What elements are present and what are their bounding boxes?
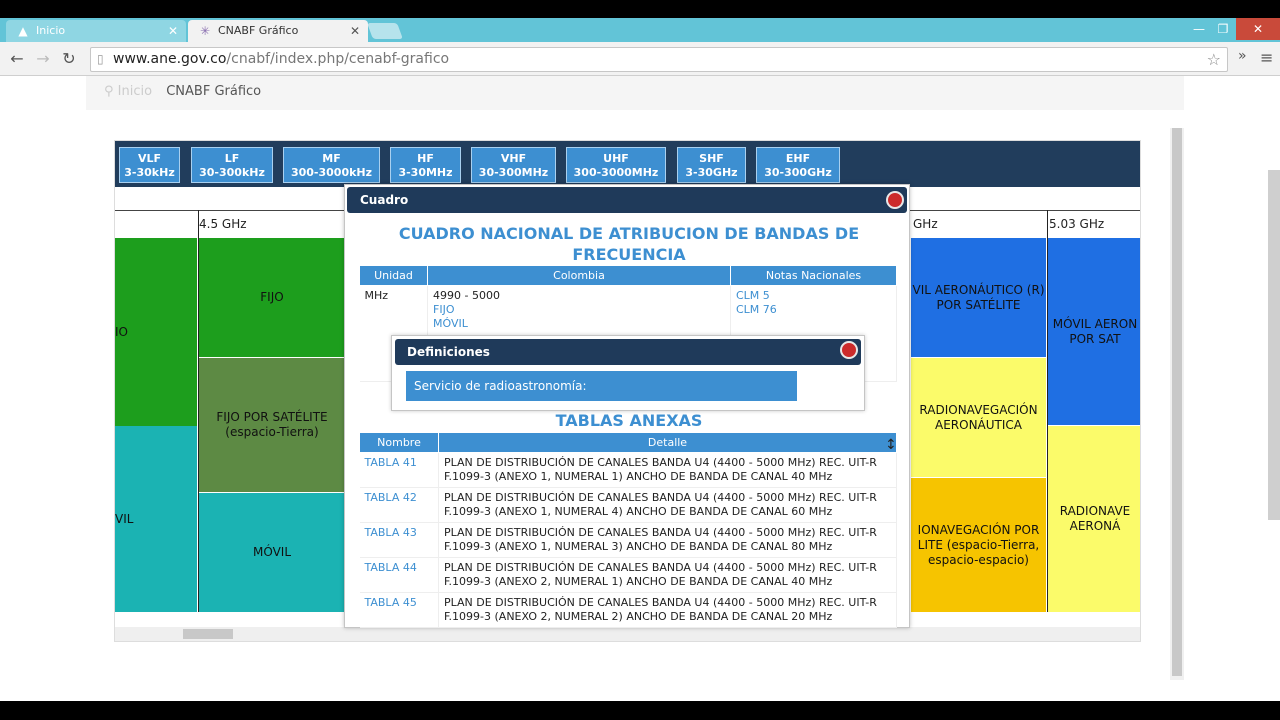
- tab-cnabf[interactable]: ✳ CNABF Gráfico ✕: [188, 20, 368, 42]
- anexa-link[interactable]: TABLA 43: [359, 522, 439, 558]
- service-link[interactable]: MÓVIL: [433, 317, 725, 331]
- restore-icon[interactable]: ❐: [1210, 18, 1236, 40]
- breadcrumb-current: CNABF Gráfico: [166, 84, 262, 99]
- band-shf-button[interactable]: SHF 3-30GHz: [677, 147, 746, 183]
- table-row: TABLA 41 PLAN DE DISTRIBUCIÓN DE CANALES …: [359, 452, 897, 488]
- scrollbar-thumb[interactable]: [183, 629, 233, 639]
- table-row: TABLA 45 PLAN DE DISTRIBUCIÓN DE CANALES …: [359, 592, 897, 628]
- col-nombre: Nombre: [359, 432, 439, 453]
- definiciones-header: Definiciones: [395, 339, 861, 365]
- table-row: TABLA 43 PLAN DE DISTRIBUCIÓN DE CANALES …: [359, 522, 897, 558]
- location-pin-icon: ⚲: [104, 84, 114, 99]
- tab-strip: ▲ Inicio ✕ ✳ CNABF Gráfico ✕: [0, 18, 1280, 42]
- anexa-link[interactable]: TABLA 44: [359, 557, 439, 593]
- address-bar[interactable]: ▯ www.ane.gov.co/cnabf/index.php/cenabf-…: [90, 47, 1228, 72]
- tick-label: 4.5 GHz: [199, 217, 247, 231]
- browser-toolbar: ← → ↻ ▯ www.ane.gov.co/cnabf/index.php/c…: [0, 42, 1280, 76]
- breadcrumb: ⚲ Inicio CNABF Gráfico: [86, 76, 1184, 110]
- definiciones-dialog: Definiciones Servicio de radioastronomía…: [391, 335, 865, 411]
- page-favicon-icon: ✳: [199, 24, 211, 38]
- allocation-block-movil-aeronautico[interactable]: MÓVIL AERON POR SAT: [1048, 238, 1140, 425]
- allocation-block-radionavegacion-aeronautica[interactable]: RADIONAVEGACIÓN AERONÁUTICA: [911, 358, 1046, 477]
- allocation-block-fijo-satelite[interactable]: FIJO POR SATÉLITE (espacio-Tierra): [199, 358, 345, 492]
- band-ehf-button[interactable]: EHF 30-300GHz: [756, 147, 840, 183]
- window-close-icon[interactable]: ✕: [1236, 18, 1280, 40]
- url-host: www.ane.gov.co: [113, 51, 227, 67]
- page-scrollbar[interactable]: [1170, 128, 1184, 680]
- band-uhf-button[interactable]: UHF 300-3000MHz: [566, 147, 666, 183]
- note-link[interactable]: CLM 5: [736, 289, 891, 303]
- window-scrollbar[interactable]: [1268, 170, 1280, 520]
- anexa-detalle: PLAN DE DISTRIBUCIÓN DE CANALES BANDA U4…: [438, 592, 897, 628]
- tab-title: Inicio: [36, 24, 66, 37]
- allocation-block-fijo[interactable]: FIJO: [199, 238, 345, 357]
- allocation-block-movil[interactable]: MÓVIL: [199, 493, 345, 612]
- new-tab-button[interactable]: [367, 23, 403, 39]
- minimize-icon[interactable]: —: [1186, 18, 1212, 40]
- tick-label: GHz: [913, 217, 938, 231]
- breadcrumb-home[interactable]: ⚲ Inicio: [104, 84, 152, 99]
- page-icon: ▯: [97, 52, 104, 66]
- anexa-link[interactable]: TABLA 41: [359, 452, 439, 488]
- anexa-detalle: PLAN DE DISTRIBUCIÓN DE CANALES BANDA U4…: [438, 487, 897, 523]
- band-lf-button[interactable]: LF 30-300kHz: [191, 147, 273, 183]
- url-path: /cnabf/index.php/cenabf-grafico: [226, 51, 450, 67]
- close-tab-icon[interactable]: ✕: [168, 20, 178, 42]
- resize-cursor-icon: ↕: [885, 437, 897, 453]
- definition-item[interactable]: Servicio de radioastronomía:: [406, 371, 797, 401]
- allocation-block[interactable]: VIL: [115, 426, 197, 612]
- anexa-detalle: PLAN DE DISTRIBUCIÓN DE CANALES BANDA U4…: [438, 522, 897, 558]
- band-hf-button[interactable]: HF 3-30MHz: [390, 147, 461, 183]
- anexas-table: Nombre Detalle TABLA 41 PLAN DE DISTRIBUC…: [359, 432, 897, 628]
- anexas-title: TABLAS ANEXAS: [555, 411, 703, 430]
- anexa-link[interactable]: TABLA 45: [359, 592, 439, 628]
- allocation-block[interactable]: IO: [115, 238, 197, 426]
- service-link[interactable]: FIJO: [433, 303, 725, 317]
- col-notas: Notas Nacionales: [730, 265, 897, 286]
- table-row: TABLA 44 PLAN DE DISTRIBUCIÓN DE CANALES …: [359, 557, 897, 593]
- band-vhf-button[interactable]: VHF 30-300MHz: [471, 147, 556, 183]
- tab-title: CNABF Gráfico: [218, 24, 299, 37]
- allocation-block-radionavegacion-satelite[interactable]: IONAVEGACIÓN POR LITE (espacio-Tierra, e…: [911, 478, 1046, 612]
- col-detalle: Detalle: [438, 432, 897, 453]
- scrollbar-thumb[interactable]: [1172, 128, 1182, 676]
- extensions-chevron-icon[interactable]: »: [1238, 48, 1247, 64]
- band-vlf-button[interactable]: VLF 3-30kHz: [119, 147, 180, 183]
- browser-window: ▲ Inicio ✕ ✳ CNABF Gráfico ✕ — ❐ ✕ ← → ↻…: [0, 0, 1280, 720]
- dialog-title: CUADRO NACIONAL DE ATRIBUCION DE BANDAS …: [398, 224, 860, 264]
- anexa-detalle: PLAN DE DISTRIBUCIÓN DE CANALES BANDA U4…: [438, 452, 897, 488]
- menu-icon[interactable]: ≡: [1260, 48, 1273, 67]
- forward-arrow-icon[interactable]: →: [32, 48, 54, 70]
- anexa-link[interactable]: TABLA 42: [359, 487, 439, 523]
- tick-label: 5.03 GHz: [1049, 217, 1105, 231]
- back-arrow-icon[interactable]: ←: [6, 48, 28, 70]
- tab-inicio[interactable]: ▲ Inicio ✕: [6, 20, 186, 42]
- bookmark-star-icon[interactable]: ☆: [1207, 48, 1221, 71]
- table-row: TABLA 42 PLAN DE DISTRIBUCIÓN DE CANALES …: [359, 487, 897, 523]
- definiciones-close-icon[interactable]: [840, 341, 858, 359]
- col-colombia: Colombia: [427, 265, 731, 286]
- close-tab-icon[interactable]: ✕: [350, 20, 360, 42]
- dialog-header: Cuadro: [347, 187, 907, 213]
- reload-icon[interactable]: ↻: [58, 48, 80, 70]
- note-link[interactable]: CLM 76: [736, 303, 891, 317]
- cuadro-dialog: Cuadro CUADRO NACIONAL DE ATRIBUCION DE …: [344, 184, 910, 628]
- page-content: ⚲ Inicio CNABF Gráfico VLF 3-30kHz LF 30-3…: [0, 76, 1280, 701]
- col-unidad: Unidad: [359, 265, 428, 286]
- anexa-detalle: PLAN DE DISTRIBUCIÓN DE CANALES BANDA U4…: [438, 557, 897, 593]
- band-mf-button[interactable]: MF 300-3000kHz: [283, 147, 380, 183]
- allocation-block-aeronautico-satelite[interactable]: VIL AERONÁUTICO (R) POR SATÉLITE: [911, 238, 1046, 357]
- allocation-block-radionavegacion[interactable]: RADIONAVE AERONÁ: [1048, 426, 1140, 612]
- ane-logo-icon: ▲: [18, 24, 28, 38]
- chart-scrollbar[interactable]: [115, 627, 1140, 641]
- band-selector: VLF 3-30kHz LF 30-300kHz MF 300-3000kHz HF 3…: [115, 141, 1140, 187]
- top-bar: [0, 0, 1280, 18]
- dialog-close-icon[interactable]: [886, 191, 904, 209]
